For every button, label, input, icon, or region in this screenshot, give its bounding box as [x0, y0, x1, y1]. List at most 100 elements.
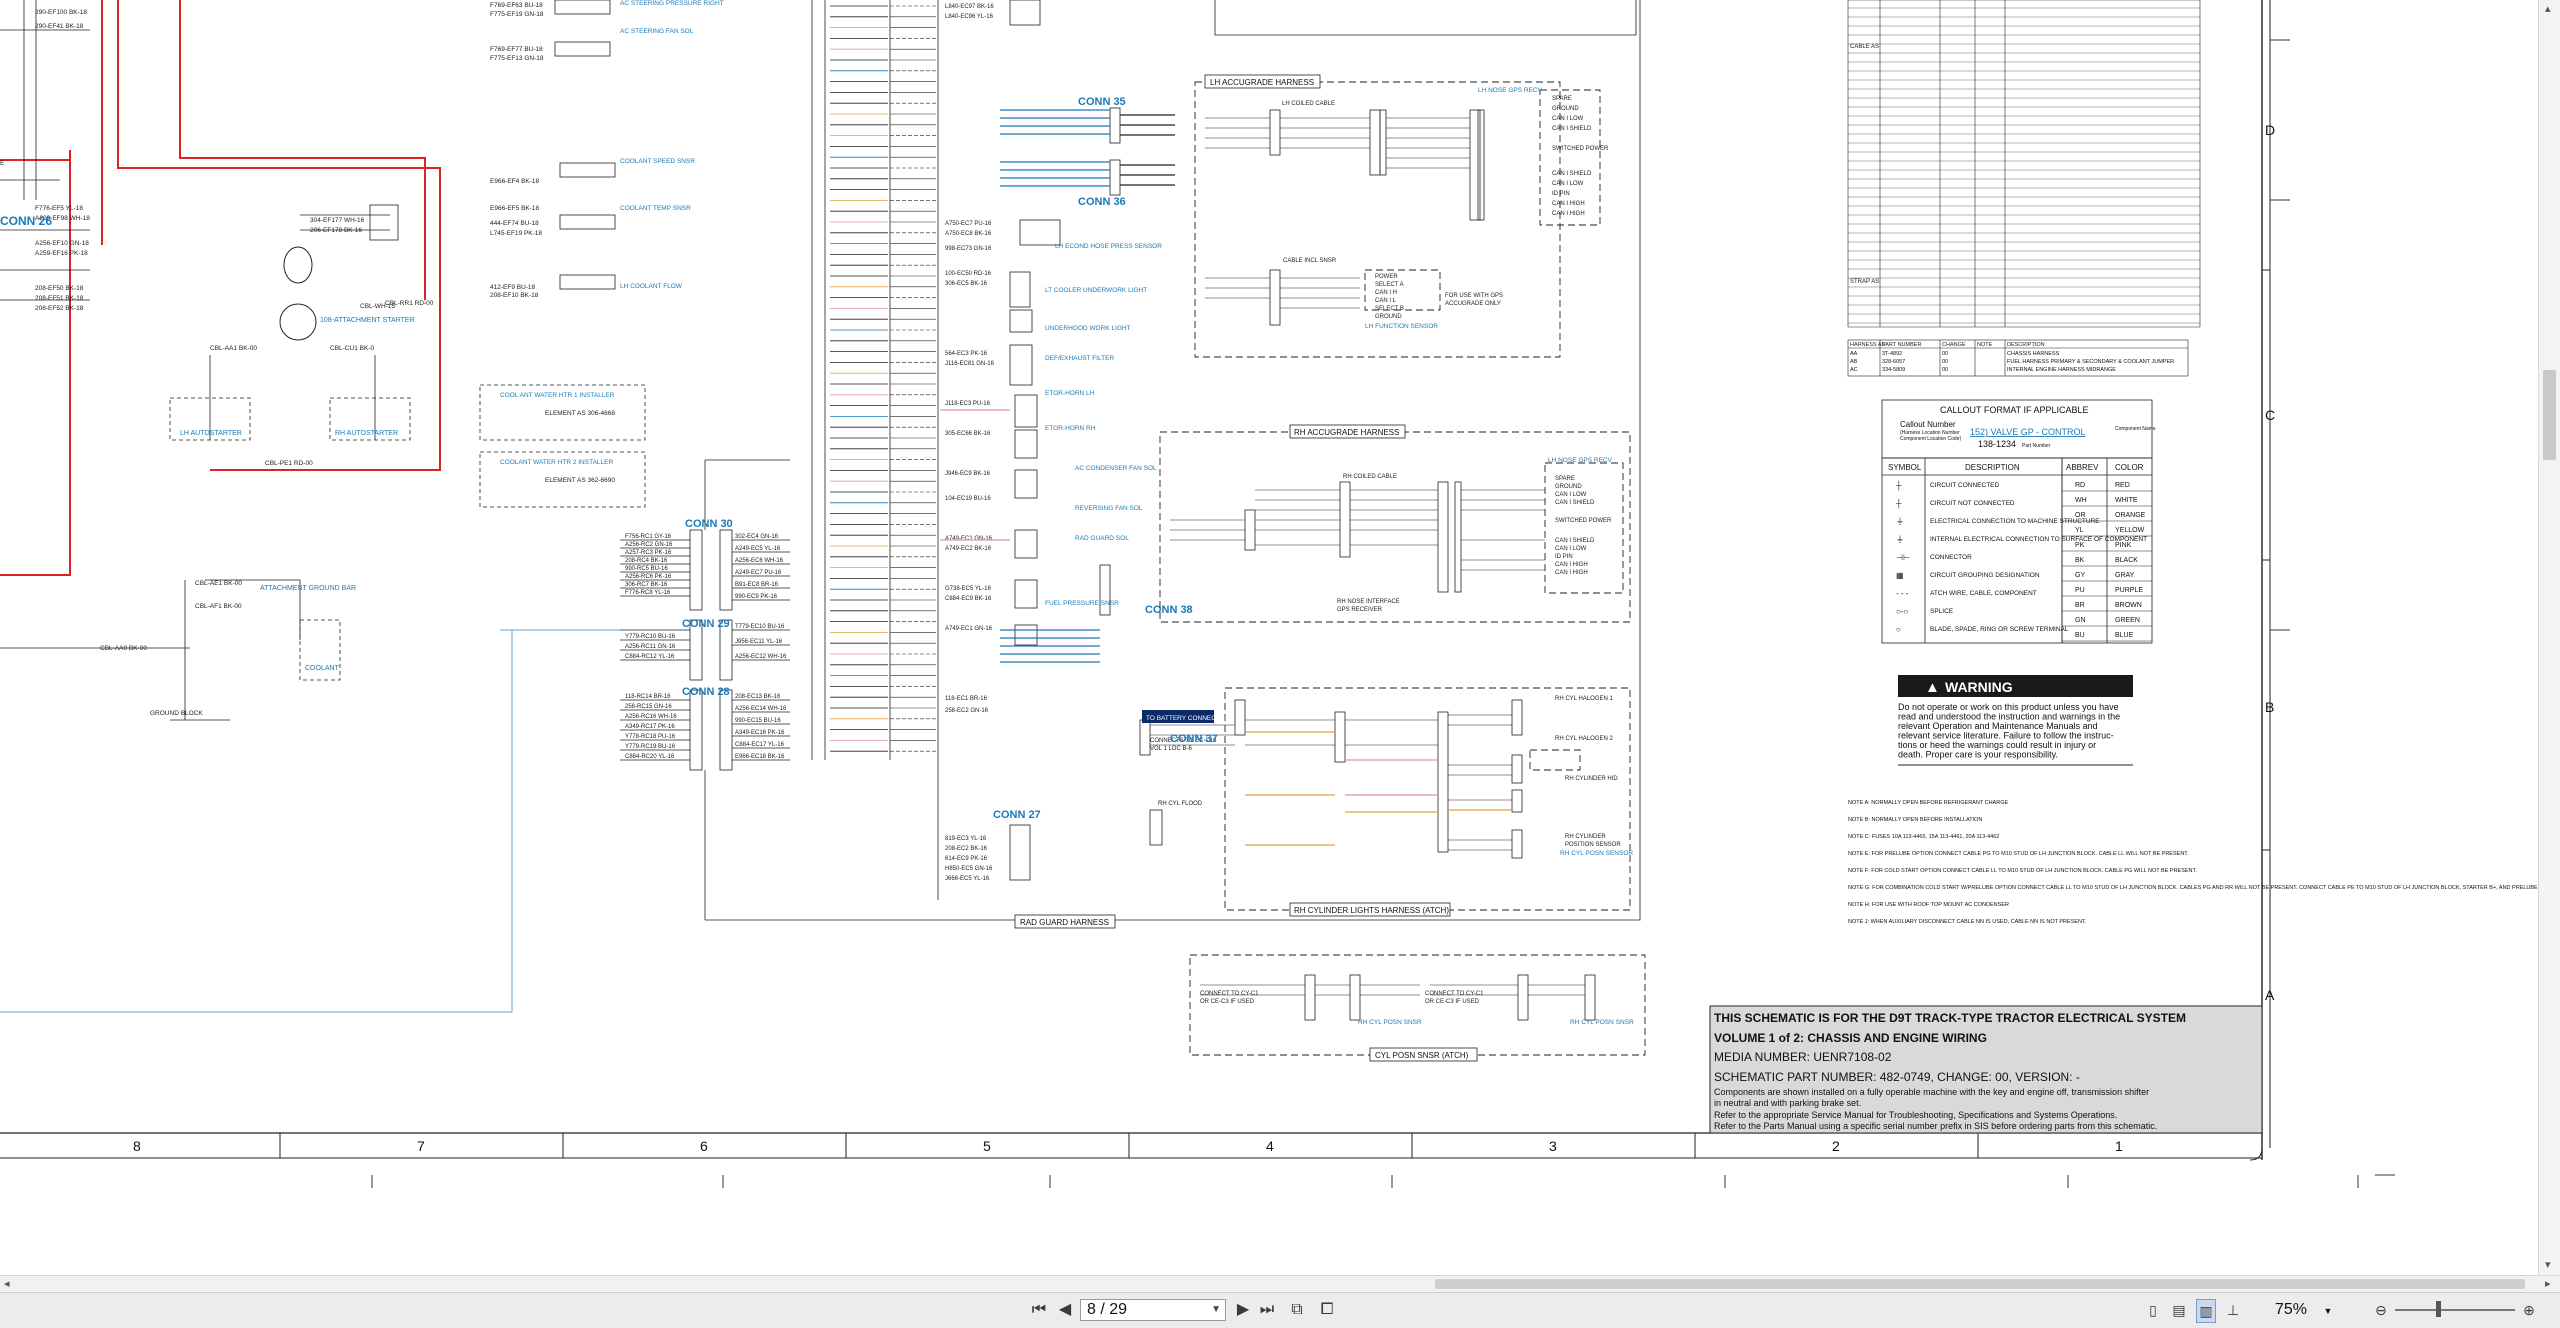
svg-text:Part Number: Part Number: [2022, 443, 2051, 449]
svg-text:A259-EF16 PK-18: A259-EF16 PK-18: [35, 250, 88, 257]
svg-text:STRAP AS: STRAP AS: [1850, 279, 1879, 285]
callout-pn: 138-1234: [1978, 439, 2016, 449]
svg-text:A257-RC3 PK-16: A257-RC3 PK-16: [625, 550, 672, 556]
rotate-icon[interactable]: ⧉: [1288, 1299, 1306, 1321]
page-number-field[interactable]: 8 / 29 ▼: [1080, 1299, 1226, 1321]
legend-symbol-icon: ▦: [1896, 571, 1904, 580]
svg-text:SWITCHED POWER: SWITCHED POWER: [1552, 146, 1609, 152]
conn29-label: CONN 29: [682, 618, 730, 630]
legend-abbrev: BU: [2075, 632, 2085, 639]
svg-text:CAN I SHIELD: CAN I SHIELD: [1552, 126, 1592, 132]
svg-text:A349-RC17 PK-16: A349-RC17 PK-16: [625, 724, 675, 730]
prev-page-icon[interactable]: ◀: [1056, 1299, 1074, 1321]
svg-text:J946-EC9 BK-16: J946-EC9 BK-16: [945, 471, 991, 477]
svg-text:J116-EC81 GN-16: J116-EC81 GN-16: [945, 361, 995, 367]
legend-abbrev: YL: [2075, 527, 2084, 534]
grid-col-5: 5: [983, 1138, 991, 1154]
first-page-icon[interactable]: ⏮: [1030, 1299, 1048, 1321]
harness-cell: INTERNAL ENGINE HARNESS MIDRANGE: [2007, 367, 2116, 373]
svg-text:CAN I LOW: CAN I LOW: [1555, 546, 1587, 552]
next-page-icon[interactable]: ▶: [1234, 1299, 1252, 1321]
vertical-scrollbar[interactable]: ▴ ▾: [2538, 0, 2560, 1275]
svg-text:ACCUGRADE ONLY: ACCUGRADE ONLY: [1445, 301, 1501, 307]
scroll-up-icon[interactable]: ▴: [2545, 2, 2551, 15]
svg-text:Refer to the Parts Manual usin: Refer to the Parts Manual using a specif…: [1714, 1121, 2157, 1131]
svg-text:CAN I SHIELD: CAN I SHIELD: [1552, 171, 1592, 177]
grid-col-8: 8: [133, 1138, 141, 1154]
svg-text:A749-EC1 GN-16: A749-EC1 GN-16: [945, 536, 993, 542]
svg-text:A249-EC7 PU-16: A249-EC7 PU-16: [735, 570, 782, 576]
scroll-left-icon[interactable]: ◂: [4, 1277, 10, 1290]
last-page-icon[interactable]: ⏭: [1258, 1299, 1276, 1321]
svg-text:CAN I L: CAN I L: [1375, 298, 1397, 304]
svg-text:CBL-RR1 RD-00: CBL-RR1 RD-00: [385, 300, 434, 307]
svg-text:CONNECT TO CY-C1: CONNECT TO CY-C1: [1200, 991, 1259, 997]
to-battery-label: TO BATTERY CONNECTOR: [1146, 715, 1230, 722]
svg-text:SPARE: SPARE: [1552, 96, 1572, 102]
svg-text:A750-EC7 PU-16: A750-EC7 PU-16: [945, 221, 992, 227]
view-continuous-icon[interactable]: ▤: [2170, 1299, 2188, 1321]
legend-symbol-icon: ○: [1896, 625, 1901, 634]
legend-color: BLACK: [2115, 557, 2138, 564]
vertical-scroll-thumb[interactable]: [2543, 370, 2556, 460]
view-facing-icon[interactable]: ▥: [2196, 1299, 2216, 1323]
svg-text:998-EC73 GN-16: 998-EC73 GN-16: [945, 246, 992, 252]
svg-text:ABBREV: ABBREV: [2066, 463, 2099, 472]
scroll-right-icon[interactable]: ▸: [2545, 1277, 2551, 1290]
scroll-down-icon[interactable]: ▾: [2545, 1258, 2551, 1271]
legend-description: SPLICE: [1930, 608, 1954, 615]
svg-text:CBL-AF1 BK-00: CBL-AF1 BK-00: [195, 603, 242, 610]
zoom-dropdown-icon[interactable]: ▼: [2323, 1306, 2332, 1316]
svg-text:RH COILED CABLE: RH COILED CABLE: [1343, 474, 1397, 480]
warning-text: relevant service literature. Failure to …: [1898, 731, 2114, 741]
svg-text:DESCRIPTION: DESCRIPTION: [2007, 342, 2045, 348]
svg-text:Y779-RC19 BU-16: Y779-RC19 BU-16: [625, 744, 676, 750]
svg-text:COOL ANT WATER HTR 1 INSTALLER: COOL ANT WATER HTR 1 INSTALLER: [500, 392, 615, 399]
zoom-out-icon[interactable]: ⊖: [2372, 1299, 2390, 1321]
page-copy-icon[interactable]: ⧠: [1318, 1299, 1336, 1321]
warning-text: relevant Operation and Maintenance Manua…: [1898, 721, 2098, 731]
horizontal-scroll-thumb[interactable]: [1435, 1279, 2525, 1289]
conn37-label: CONN 37: [1170, 733, 1218, 745]
view-single-icon[interactable]: ▯: [2144, 1299, 2162, 1321]
svg-text:COOLANT: COOLANT: [305, 665, 340, 672]
svg-text:RH CYL FLOOD: RH CYL FLOOD: [1158, 801, 1203, 807]
svg-text:RH CYL POSN SNSR: RH CYL POSN SNSR: [1570, 1019, 1634, 1026]
svg-text:CBL-AE1 BK-00: CBL-AE1 BK-00: [195, 580, 242, 587]
view-book-icon[interactable]: ⊥: [2224, 1299, 2242, 1321]
zoom-in-icon[interactable]: ⊕: [2520, 1299, 2538, 1321]
svg-text:E966-EF4 BK-18: E966-EF4 BK-18: [490, 178, 540, 185]
svg-text:990-EC15 BU-16: 990-EC15 BU-16: [735, 718, 781, 724]
zoom-slider[interactable]: [2395, 1309, 2515, 1311]
svg-text:CAN I HIGH: CAN I HIGH: [1555, 562, 1588, 568]
svg-text:A256-EC6 WH-16: A256-EC6 WH-16: [735, 558, 784, 564]
svg-text:OR CE-C3 IF USED: OR CE-C3 IF USED: [1425, 999, 1480, 1005]
svg-text:C884-EC17 YL-16: C884-EC17 YL-16: [735, 742, 785, 748]
svg-text:GROUND: GROUND: [1375, 314, 1402, 320]
svg-text:LH ECOND HOSE PRESS SENSOR: LH ECOND HOSE PRESS SENSOR: [1055, 243, 1162, 250]
svg-text:Y779-RC10 BU-16: Y779-RC10 BU-16: [625, 634, 676, 640]
svg-text:ATTACHMENT GROUND BAR: ATTACHMENT GROUND BAR: [260, 585, 356, 592]
chevron-down-icon[interactable]: ▼: [1211, 1300, 1221, 1320]
svg-text:CAN I LOW: CAN I LOW: [1552, 116, 1584, 122]
legend-symbol-icon: - - -: [1896, 589, 1909, 598]
zoom-slider-handle[interactable]: [2436, 1301, 2441, 1317]
horizontal-scrollbar[interactable]: ◂ ▸: [0, 1275, 2560, 1292]
svg-text:SYMBOL: SYMBOL: [1888, 463, 1922, 472]
svg-text:RH CYL HALOGEN 2: RH CYL HALOGEN 2: [1555, 736, 1613, 742]
conn27-label: CONN 27: [993, 809, 1041, 821]
svg-text:Y778-RC18 PU-16: Y778-RC18 PU-16: [625, 734, 676, 740]
svg-text:GROUND: GROUND: [1555, 484, 1582, 490]
svg-text:GROUND BLOCK: GROUND BLOCK: [150, 710, 203, 717]
svg-text:F769-EF77 BU-18: F769-EF77 BU-18: [490, 46, 543, 53]
svg-text:CAN I HIGH: CAN I HIGH: [1552, 201, 1585, 207]
svg-text:208-EF10 BK-18: 208-EF10 BK-18: [490, 292, 539, 299]
harness-cell: AC: [1850, 367, 1858, 373]
rad-guard-label: RAD GUARD HARNESS: [1020, 918, 1109, 927]
svg-text:L840-EC97 BK-16: L840-EC97 BK-16: [945, 4, 994, 10]
svg-text:C884-RC12 YL-16: C884-RC12 YL-16: [625, 654, 675, 660]
svg-text:F775-EF19 GN-18: F775-EF19 GN-18: [490, 11, 544, 18]
note-line: NOTE F: FOR COLD START OPTION CONNECT CA…: [1848, 868, 2197, 874]
schematic-canvas[interactable]: 290-EF100 BK-18 290-EF41 BK-18 E F776-EF…: [0, 0, 2560, 1275]
zoom-level[interactable]: 75% ▼: [2275, 1299, 2375, 1321]
